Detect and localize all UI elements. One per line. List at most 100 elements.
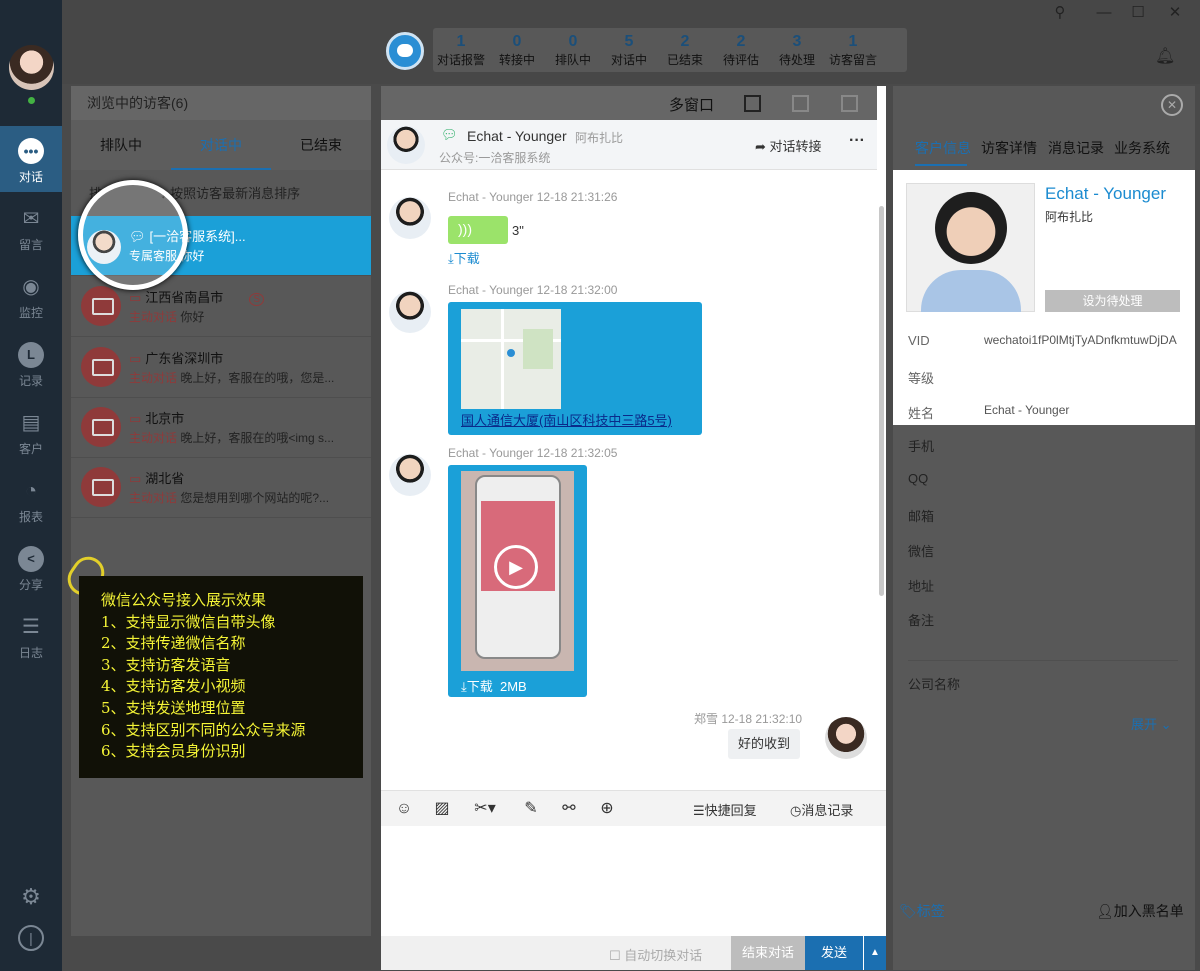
end-chat-button[interactable]: 结束对话 [731, 936, 805, 970]
field-qq[interactable]: QQ [908, 471, 928, 486]
minimize-icon[interactable]: — [1093, 4, 1115, 22]
stat-chatting[interactable]: 5 对话中 [601, 28, 657, 72]
map-thumbnail [461, 309, 561, 409]
link-icon[interactable]: ⚯ [559, 799, 579, 819]
tab-chatting[interactable]: 对话中 [171, 120, 271, 170]
app-logo [386, 32, 424, 70]
bell-icon[interactable]: 🔔︎ [1155, 46, 1175, 66]
monitor-icon [81, 286, 121, 326]
monitor-icon [81, 467, 121, 507]
nav-item-log[interactable]: ☰ 日志 [0, 602, 62, 668]
list-icon: ☰ [693, 803, 705, 818]
nav-item-chat[interactable]: ••• 对话 [0, 126, 62, 192]
wechat-icon: 💬︎ [441, 127, 458, 142]
visitor-row[interactable]: ▭ 北京市 主动对话 晚上好，客服在的哦<img s... [71, 398, 371, 458]
send-options-icon[interactable]: ▲ [863, 936, 886, 970]
tag-icon: 🏷︎ [899, 903, 917, 919]
maximize-icon[interactable]: ☐ [1127, 4, 1149, 22]
emoji-icon[interactable]: ☺ [394, 799, 414, 819]
stat-ended[interactable]: 2 已结束 [657, 28, 713, 72]
blacklist-button[interactable]: 👤︎加入黑名单 [1096, 901, 1184, 921]
double-window-icon[interactable] [792, 95, 809, 112]
transfer-button[interactable]: ➦ 对话转接 [755, 136, 822, 155]
agent-avatar[interactable] [9, 45, 54, 90]
online-status-icon [26, 95, 37, 106]
contact-card-icon: ▤ [21, 412, 41, 434]
stat-evaluating[interactable]: 2 待评估 [713, 28, 769, 72]
expand-button[interactable]: 展开 ⌄ [1131, 714, 1172, 733]
visitor-panel-title: 浏览中的访客(6) [71, 86, 371, 120]
globe-icon[interactable]: ⊕ [597, 799, 617, 819]
stat-queuing[interactable]: 0 排队中 [545, 28, 601, 72]
chat-scrollbar[interactable] [879, 206, 884, 596]
set-pending-button[interactable]: 设为待处理 [1045, 290, 1180, 312]
quick-reply-button[interactable]: ☰快捷回复 [693, 800, 757, 819]
auto-switch-checkbox[interactable]: ☐ 自动切换对话 [609, 945, 702, 964]
s-badge-icon: S [249, 293, 264, 306]
visitor-row[interactable]: ▭ 广东省深圳市 主动对话 晚上好，客服在的哦，您是... [71, 338, 371, 398]
monitor-icon [81, 407, 121, 447]
tag-button[interactable]: 🏷︎标签 [899, 901, 945, 921]
agent-message: 好的收到 [728, 729, 800, 759]
visitor-row[interactable]: ▭ 湖北省 主动对话 您是想用到哪个网站的呢?... [71, 458, 371, 518]
nav-item-report[interactable]: ◔ 报表 [0, 466, 62, 532]
user-block-icon: 👤︎ [1096, 903, 1114, 919]
monitor-icon [81, 347, 121, 387]
settings-icon[interactable]: ⚙ [18, 886, 44, 912]
stat-alarm[interactable]: 1 对话报警 [433, 28, 489, 72]
close-panel-icon[interactable]: ✕ [1161, 94, 1183, 116]
tab-business-system[interactable]: 业务系统 [1114, 138, 1170, 158]
nav-item-record[interactable]: L 记录 [0, 330, 62, 396]
field-company[interactable]: 公司名称 [908, 674, 960, 693]
single-window-icon[interactable] [744, 95, 761, 112]
field-remark[interactable]: 备注 [908, 610, 934, 629]
visitor-avatar [389, 291, 431, 333]
nav-item-message[interactable]: ✉ 留言 [0, 194, 62, 260]
share-icon: < [18, 546, 44, 572]
tab-ended[interactable]: 已结束 [271, 120, 371, 170]
download-link[interactable]: ⤓下载 2MB [461, 676, 527, 695]
chat-panel: 多窗口 💬︎ Echat - Younger 阿布扎比 公众号:一洽客服系统 ➦… [381, 86, 886, 970]
tab-customer-info[interactable]: 客户信息 [915, 138, 971, 158]
visitor-avatar [387, 126, 425, 164]
image-icon[interactable]: ▨ [432, 799, 452, 819]
highlight-circle [78, 180, 188, 290]
chat-footer: ☐ 自动切换对话 结束对话 发送 ▲ [381, 936, 886, 970]
power-icon[interactable]: | [18, 925, 44, 951]
screenshot-icon[interactable]: ✂▾ [470, 799, 500, 819]
send-button[interactable]: 发送 [805, 936, 863, 970]
stat-pending[interactable]: 3 待处理 [769, 28, 825, 72]
triple-window-icon[interactable] [841, 95, 858, 112]
pin-icon[interactable]: ⚲ [1049, 4, 1071, 22]
stat-transferring[interactable]: 0 转接中 [489, 28, 545, 72]
video-message[interactable]: ▶ ⤓下载 2MB [448, 465, 587, 697]
stat-visitor-message[interactable]: 1 访客留言 [825, 28, 881, 72]
more-icon[interactable]: ··· [849, 132, 865, 150]
map-pin-icon [507, 349, 515, 357]
nav-item-share[interactable]: < 分享 [0, 534, 62, 600]
voice-message[interactable]: ))) [448, 216, 508, 244]
tab-message-record[interactable]: 消息记录 [1048, 138, 1104, 158]
field-address[interactable]: 地址 [908, 576, 934, 595]
nav-item-monitor[interactable]: ◉ 监控 [0, 262, 62, 328]
edit-icon[interactable]: ✎ [521, 799, 541, 819]
nav-item-customer[interactable]: ▤ 客户 [0, 398, 62, 464]
visitor-tabs: 排队中 对话中 已结束 [71, 120, 371, 170]
tab-visitor-detail[interactable]: 访客详情 [981, 138, 1037, 158]
customer-card: Echat - Younger 阿布扎比 设为待处理 VID wechatoi1… [893, 170, 1195, 425]
field-email[interactable]: 邮箱 [908, 506, 934, 525]
history-button[interactable]: ◷消息记录 [790, 800, 853, 819]
location-message[interactable]: 国人通信大厦(南山区科技中三路5号) [448, 302, 702, 435]
tab-queuing[interactable]: 排队中 [71, 120, 171, 170]
eye-icon: ◉ [22, 276, 40, 298]
field-phone[interactable]: 手机 [908, 436, 934, 455]
field-wechat[interactable]: 微信 [908, 541, 934, 560]
input-toolbar: ☺ ▨ ✂▾ ✎ ⚯ ⊕ ☰快捷回复 ◷消息记录 [381, 790, 886, 826]
pie-chart-icon: ◔ [24, 480, 38, 502]
close-window-icon[interactable]: ✕ [1164, 4, 1186, 22]
message-input[interactable] [381, 826, 886, 936]
download-link[interactable]: ⤓下载 [448, 248, 480, 267]
voice-icon: ))) [458, 221, 472, 237]
chat-toolbar: 多窗口 [381, 86, 886, 120]
left-nav: ••• 对话 ✉ 留言 ◉ 监控 L 记录 ▤ 客户 ◔ 报表 < 分享 ☰ 日志 ⚙ | [0, 0, 62, 971]
